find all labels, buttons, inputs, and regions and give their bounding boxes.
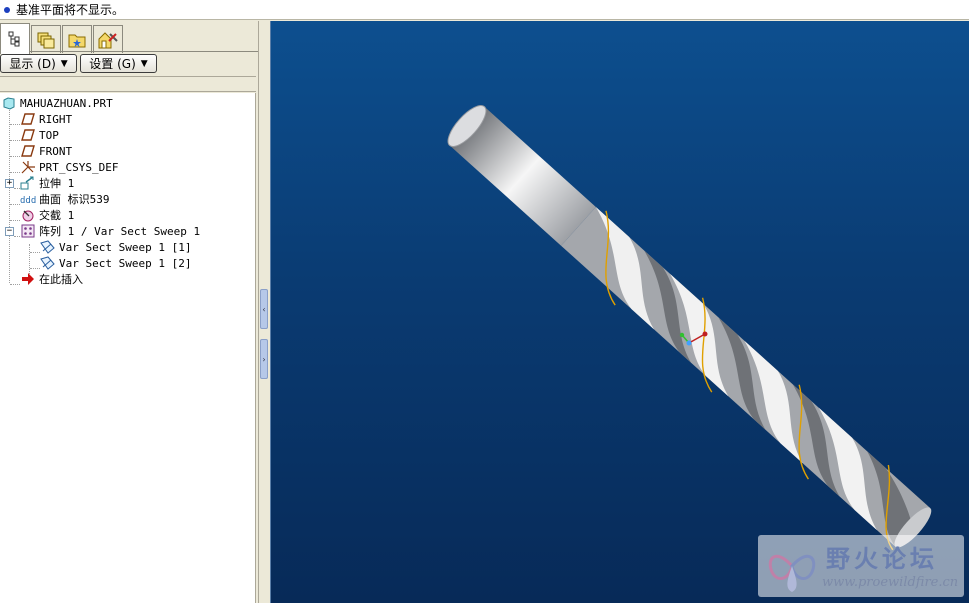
tab-connections[interactable] [93,25,123,53]
info-bullet-icon [4,6,10,13]
sweep-icon [40,256,56,270]
tree-column-header [0,76,256,92]
coordinate-system-icon [20,160,36,174]
surface-icon: ddd [20,192,36,206]
settings-dropdown-label: 设置 (G) [89,57,136,71]
watermark-title: 野火论坛 [826,545,938,573]
tree-item-sweep-2[interactable]: Var Sect Sweep 1 [2] [40,255,191,271]
tree-item-label: PRT_CSYS_DEF [39,160,119,174]
tree-item-label: 交截 1 [39,209,75,222]
tree-item-label: 拉伸 1 [39,177,75,190]
navigator-tabs [0,23,258,54]
intersect-icon [20,208,36,222]
tree-item-label: 在此插入 [39,273,83,286]
tree-item-csys[interactable]: PRT_CSYS_DEF [20,159,118,175]
chevron-down-icon: ▼ [60,58,68,69]
tree-item-surface[interactable]: ddd 曲面 标识539 [20,191,110,207]
tab-layers[interactable] [31,25,61,53]
tab-favorites[interactable] [62,25,92,53]
tree-item-front[interactable]: FRONT [20,143,72,159]
tab-model-tree[interactable] [0,23,30,54]
settings-dropdown[interactable]: 设置 (G) ▼ [80,54,157,73]
chevron-down-icon: ▼ [140,58,148,69]
tree-item-label: RIGHT [39,112,73,126]
tree-item-top[interactable]: TOP [20,127,59,143]
layers-icon [37,32,55,48]
tree-toolbar: 显示 (D) ▼ 设置 (G) ▼ [0,54,258,74]
watermark-url: www.proewildfire.cn [822,575,959,590]
graphics-window[interactable] [270,21,969,603]
pattern-icon [20,224,36,238]
sweep-icon [40,240,56,254]
tree-item-label: Var Sect Sweep 1 [1] [59,240,192,254]
show-dropdown-label: 显示 (D) [9,57,56,71]
connection-tools-icon [98,31,118,48]
tree-item-label: MAHUAZHUAN.PRT [20,96,113,110]
tree-item-label: TOP [39,128,59,142]
tree-item-extrude[interactable]: 拉伸 1 [20,175,74,191]
tree-item-insert-here[interactable]: 在此插入 [20,271,83,287]
tree-item-intersect[interactable]: 交截 1 [20,207,74,223]
model-tree-icon [8,31,20,47]
datum-plane-icon [20,128,36,142]
collapse-left-button[interactable]: ‹ [260,289,268,329]
panel-splitter[interactable]: ‹ › [258,21,270,603]
drill-bit-model [447,105,932,551]
tree-item-label: FRONT [39,144,73,158]
extrude-icon [20,176,36,190]
tree-item-right[interactable]: RIGHT [20,111,72,127]
datum-plane-icon [20,144,36,158]
favorites-folder-icon [68,34,86,47]
tree-item-sweep-1[interactable]: Var Sect Sweep 1 [1] [40,239,191,255]
collapse-toggle[interactable]: − [5,227,14,236]
svg-text:ddd: ddd [20,196,36,206]
tree-root-item[interactable]: MAHUAZHUAN.PRT [1,95,113,111]
part-icon [1,96,17,110]
message-bar: 基准平面将不显示。 [0,0,969,20]
tree-item-label: 曲面 标识539 [39,193,110,206]
wildfire-logo-icon [768,554,816,592]
navigator-panel: 显示 (D) ▼ 设置 (G) ▼ MAHUAZHUAN.PRT RIGHT T… [0,21,258,603]
tree-item-label: Var Sect Sweep 1 [2] [59,256,192,270]
model-tree: MAHUAZHUAN.PRT RIGHT TOP FRONT PRT_CSYS_… [0,93,256,603]
tree-item-label: 阵列 1 / Var Sect Sweep 1 [39,225,201,238]
expand-right-button[interactable]: › [260,339,268,379]
forum-watermark: 野火论坛 www.proewildfire.cn [758,535,964,597]
expand-toggle[interactable]: + [5,179,14,188]
datum-plane-icon [20,112,36,126]
show-dropdown[interactable]: 显示 (D) ▼ [0,54,77,73]
tree-item-pattern[interactable]: 阵列 1 / Var Sect Sweep 1 [20,223,200,239]
insert-here-arrow-icon [20,272,36,286]
message-text: 基准平面将不显示。 [16,3,125,17]
